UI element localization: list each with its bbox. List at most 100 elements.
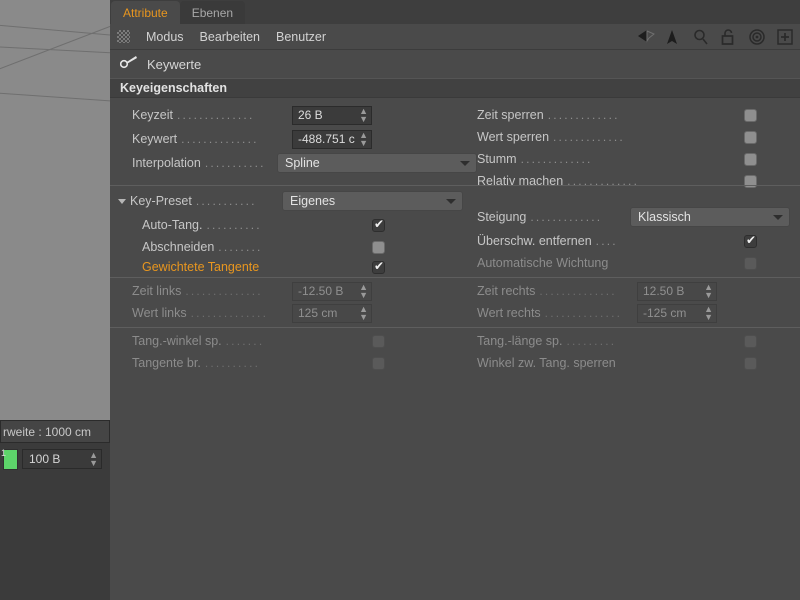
input-zeit-rechts: 12.50 B ▲▼ (637, 282, 717, 301)
left-side-strip: rweite : 1000 cm 1 100 B ▲▼ P (0, 420, 110, 600)
checkbox-wert-sperren[interactable] (744, 131, 757, 144)
field-row-wert-rechts: Wert rechts .............. -125 cm ▲▼ (477, 302, 717, 324)
lock-icon[interactable] (721, 29, 738, 46)
attribute-panel: Attribute Ebenen Modus Bearbeiten Benutz… (110, 0, 800, 600)
coordinate-readout-text: rweite : 1000 cm (3, 425, 91, 439)
input-keywert-value: -488.751 c (298, 132, 355, 146)
chevron-down-icon (773, 215, 783, 220)
field-row-zeit-rechts: Zeit rechts .............. 12.50 B ▲▼ (477, 280, 717, 302)
input-keywert[interactable]: -488.751 c ▲▼ (292, 130, 372, 149)
field-row-winkel-zw-tang-sperren: Winkel zw. Tang. sperren (477, 352, 757, 374)
collapse-triangle-icon[interactable] (118, 199, 126, 204)
dropdown-key-preset-value: Eigenes (290, 194, 335, 208)
checkbox-ueberschw-entfernen[interactable] (744, 235, 757, 248)
dropdown-steigung[interactable]: Klassisch (630, 207, 790, 227)
label-keywert: Keywert .............. (132, 132, 292, 146)
tab-ebenen-label: Ebenen (192, 6, 233, 20)
input-wert-links-value: 125 cm (298, 306, 337, 320)
label-gewichtete-tangente: Gewichtete Tangente (142, 260, 372, 274)
field-row-ueberschw-entfernen: Überschw. entfernen .... (477, 230, 757, 252)
search-icon[interactable] (693, 29, 710, 46)
key-icon (120, 55, 138, 74)
dropdown-key-preset[interactable]: Eigenes (282, 191, 463, 211)
label-automatische-wichtung: Automatische Wichtung (477, 256, 744, 270)
frame-field[interactable]: 100 B ▲▼ (22, 449, 102, 469)
field-row-gewichtete-tangente: Gewichtete Tangente (142, 256, 385, 278)
input-keyzeit-value: 26 B (298, 108, 323, 122)
checkbox-tangente-br (372, 357, 385, 370)
checkbox-auto-tang[interactable] (372, 219, 385, 232)
checkbox-tang-laenge-sp (744, 335, 757, 348)
dropdown-interpolation[interactable]: Spline (277, 153, 477, 173)
drag-grip-icon[interactable] (117, 30, 130, 43)
checkbox-winkel-zw-tang-sperren (744, 357, 757, 370)
input-keyzeit[interactable]: 26 B ▲▼ (292, 106, 372, 125)
frame-field-value: 100 B (29, 452, 60, 466)
label-wert-links: Wert links .............. (132, 306, 292, 320)
up-arrow-icon[interactable] (665, 29, 682, 46)
checkbox-tang-winkel-sp (372, 335, 385, 348)
label-winkel-zw-tang-sperren: Winkel zw. Tang. sperren (477, 356, 744, 370)
field-row-tang-laenge-sp: Tang.-länge sp. ......... (477, 330, 757, 352)
spinner-icon: ▲▼ (704, 305, 713, 321)
label-ueberschw-entfernen: Überschw. entfernen .... (477, 234, 744, 248)
input-wert-links: 125 cm ▲▼ (292, 304, 372, 323)
input-wert-rechts: -125 cm ▲▼ (637, 304, 717, 323)
tab-attribute[interactable]: Attribute (111, 1, 180, 24)
checkbox-zeit-sperren[interactable] (744, 109, 757, 122)
section-header-label: Keyeigenschaften (120, 81, 227, 95)
checkbox-stumm[interactable] (744, 153, 757, 166)
viewport-background[interactable] (0, 0, 110, 420)
tab-ebenen[interactable]: Ebenen (180, 1, 245, 24)
input-zeit-links-value: -12.50 B (298, 284, 343, 298)
key-marker-icon[interactable]: 1 (0, 447, 16, 471)
group-key-properties: Keyzeit .............. 26 B ▲▼ Keywert .… (110, 98, 800, 185)
checkbox-abschneiden[interactable] (372, 241, 385, 254)
field-row-automatische-wichtung: Automatische Wichtung (477, 252, 757, 274)
target-icon[interactable] (749, 29, 766, 46)
panel-menubar-icons (637, 24, 794, 50)
object-header-row[interactable]: Keywerte (110, 50, 800, 78)
input-wert-rechts-value: -125 cm (643, 306, 686, 320)
field-row-zeit-links: Zeit links .............. -12.50 B ▲▼ (132, 280, 372, 302)
field-row-auto-tang: Auto-Tang. .......... (142, 214, 385, 236)
input-zeit-rechts-value: 12.50 B (643, 284, 684, 298)
field-row-abschneiden: Abschneiden ........ (142, 236, 385, 258)
menu-item-benutzer[interactable]: Benutzer (276, 30, 326, 44)
menu-item-bearbeiten[interactable]: Bearbeiten (200, 30, 260, 44)
panel-tabbar: Attribute Ebenen (110, 0, 800, 24)
spinner-icon[interactable]: ▲▼ (89, 451, 98, 467)
dropdown-interpolation-value: Spline (285, 156, 320, 170)
field-row-zeit-sperren: Zeit sperren ............. (477, 104, 757, 126)
label-steigung: Steigung ............. (477, 210, 630, 224)
dropdown-steigung-value: Klassisch (638, 210, 691, 224)
checkbox-automatische-wichtung (744, 257, 757, 270)
field-row-steigung: Steigung ............. Klassisch (477, 206, 790, 228)
spinner-icon[interactable]: ▲▼ (359, 131, 368, 147)
chevron-down-icon (446, 199, 456, 204)
field-row-keywert: Keywert .............. -488.751 c ▲▼ (132, 128, 372, 150)
label-wert-rechts: Wert rechts .............. (477, 306, 637, 320)
spinner-icon[interactable]: ▲▼ (359, 107, 368, 123)
label-wert-sperren: Wert sperren ............. (477, 130, 744, 144)
field-row-wert-sperren: Wert sperren ............. (477, 126, 757, 148)
label-key-preset: Key-Preset ........... (130, 194, 282, 208)
label-tang-laenge-sp: Tang.-länge sp. ......... (477, 334, 744, 348)
field-row-tang-winkel-sp: Tang.-winkel sp. ....... (132, 330, 385, 352)
field-row-tangente-br: Tangente br. .......... (132, 352, 385, 374)
animation-frame-row: 1 100 B ▲▼ (0, 447, 110, 471)
menu-item-modus[interactable]: Modus (146, 30, 184, 44)
section-header-keyeigenschaften[interactable]: Keyeigenschaften (110, 78, 800, 98)
label-tang-winkel-sp: Tang.-winkel sp. ....... (132, 334, 372, 348)
field-row-key-preset: Key-Preset ........... Eigenes (118, 190, 463, 212)
form-area: Keyzeit .............. 26 B ▲▼ Keywert .… (110, 98, 800, 375)
label-abschneiden: Abschneiden ........ (142, 240, 372, 254)
field-row-stumm: Stumm ............. (477, 148, 757, 170)
add-icon[interactable] (777, 29, 794, 46)
coordinate-readout: rweite : 1000 cm (0, 420, 110, 443)
checkbox-gewichtete-tangente[interactable] (372, 261, 385, 274)
panel-menubar: Modus Bearbeiten Benutzer (110, 24, 800, 50)
label-interpolation: Interpolation ........... (132, 156, 277, 170)
back-arrow-icon[interactable] (637, 29, 654, 46)
spinner-icon: ▲▼ (359, 305, 368, 321)
